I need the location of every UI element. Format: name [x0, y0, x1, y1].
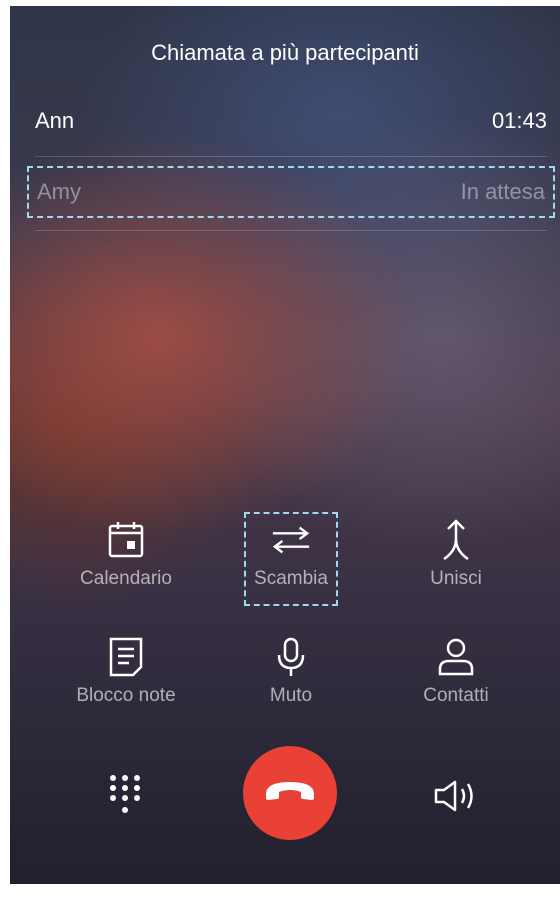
page-title: Chiamata a più partecipanti	[151, 40, 419, 65]
calendar-icon	[106, 520, 146, 560]
contacts-label: Contatti	[423, 685, 489, 706]
call-screen: Chiamata a più partecipanti Ann 01:43 Am…	[10, 6, 560, 884]
swap-highlight-frame	[244, 512, 338, 606]
dialpad-button[interactable]	[105, 773, 145, 823]
call-timer: 01:43	[491, 108, 547, 133]
dialpad-icon	[108, 773, 142, 824]
caller-name: Amy	[37, 179, 81, 204]
caller-name: Ann	[35, 108, 75, 133]
calendar-label: Calendario	[80, 568, 172, 589]
held-call-row[interactable]: Amy In attesa	[27, 166, 555, 218]
notepad-label: Blocco note	[76, 685, 176, 706]
active-call-row[interactable]: Ann 01:43	[35, 106, 547, 136]
contacts-button[interactable]: Contatti	[396, 629, 516, 719]
contact-icon	[436, 637, 476, 677]
speaker-button[interactable]	[430, 778, 480, 818]
notepad-button[interactable]: Blocco note	[66, 629, 186, 719]
hold-status: In attesa	[460, 179, 545, 204]
calendar-button[interactable]: Calendario	[66, 512, 186, 602]
end-call-icon	[262, 778, 318, 809]
merge-icon	[436, 519, 476, 561]
mute-button[interactable]: Muto	[231, 629, 351, 719]
notepad-icon	[106, 637, 146, 677]
divider	[35, 230, 547, 231]
divider	[35, 156, 547, 157]
merge-label: Unisci	[430, 568, 482, 589]
mute-label: Muto	[269, 685, 313, 706]
microphone-icon	[271, 637, 311, 677]
merge-button[interactable]: Unisci	[396, 512, 516, 602]
speaker-icon	[433, 779, 477, 818]
end-call-button[interactable]	[243, 746, 337, 840]
